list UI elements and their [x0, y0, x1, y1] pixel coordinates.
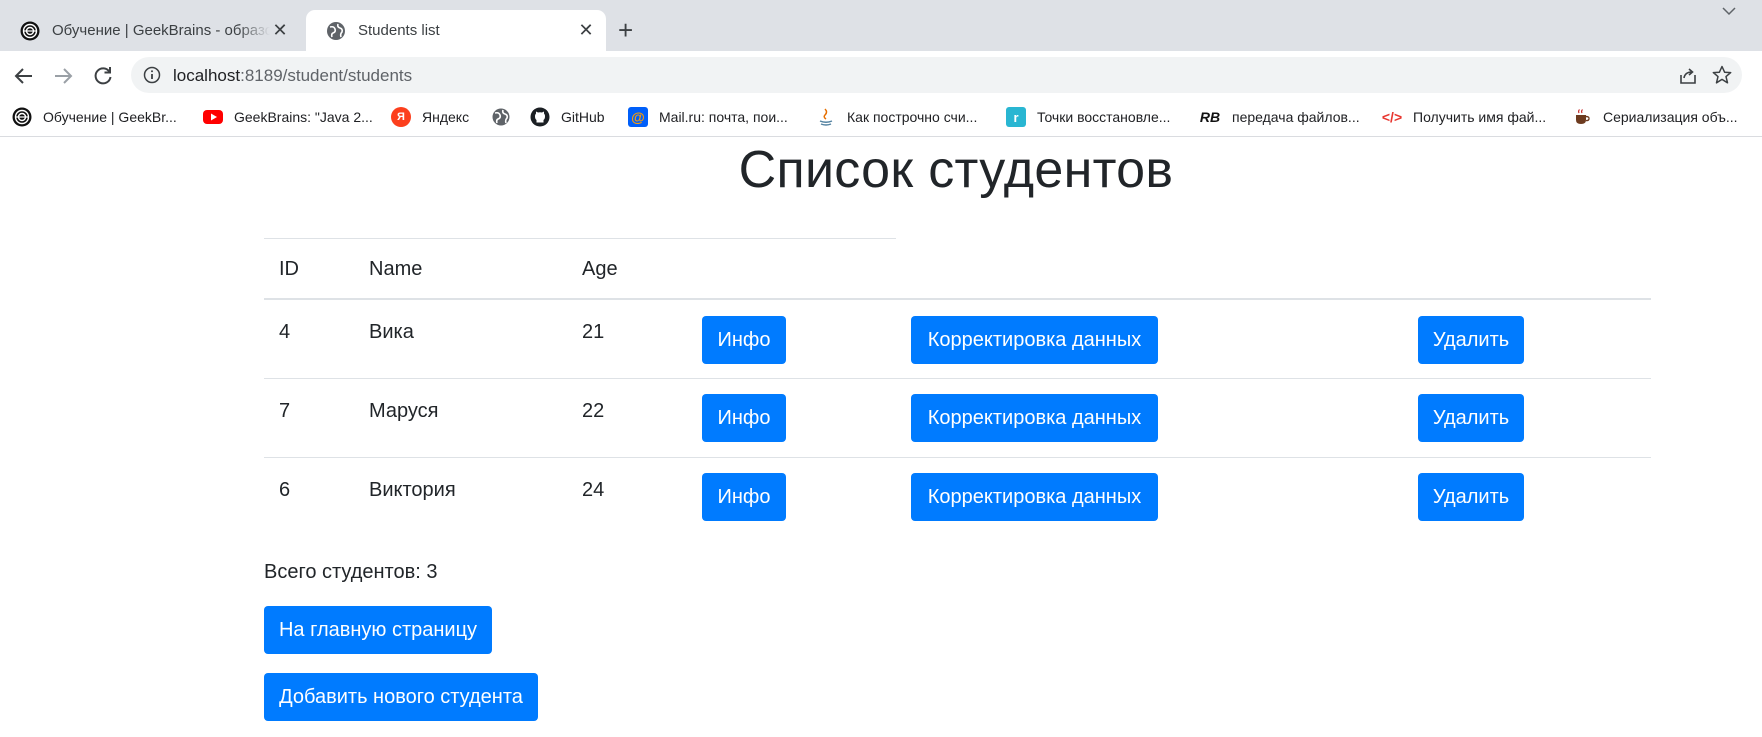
- home-page-button[interactable]: На главную страницу: [264, 606, 492, 654]
- bookmark-code[interactable]: </> Получить имя фай...: [1382, 106, 1546, 128]
- reload-icon[interactable]: [90, 63, 116, 89]
- edit-button[interactable]: Корректировка данных: [911, 394, 1158, 442]
- back-arrow-icon[interactable]: [11, 63, 37, 89]
- info-button[interactable]: Инфо: [702, 394, 786, 442]
- site-info-icon[interactable]: [143, 66, 161, 84]
- url-path: :8189/student/students: [240, 66, 413, 85]
- tab-students-list[interactable]: Students list ✕: [306, 10, 606, 51]
- bookmark-yandex[interactable]: Я Яндекс: [391, 106, 469, 128]
- delete-button[interactable]: Удалить: [1418, 473, 1524, 521]
- rb-icon: RB: [1199, 109, 1221, 125]
- bookmark-label: Как построчно счи...: [847, 109, 978, 125]
- github-icon: [530, 107, 550, 127]
- student-name: Вика: [369, 321, 414, 343]
- close-tab-icon[interactable]: ✕: [270, 20, 290, 41]
- forward-arrow-icon[interactable]: [50, 63, 76, 89]
- bookmark-geekbrains[interactable]: Обучение | GeekBr...: [12, 106, 177, 128]
- bookmark-github[interactable]: GitHub: [530, 106, 605, 128]
- bookmark-label: Сериализация объ...: [1603, 109, 1738, 125]
- table-header-border: [264, 298, 1651, 300]
- java-icon: [819, 108, 833, 126]
- bookmark-coffee[interactable]: Сериализация объ...: [1572, 106, 1738, 128]
- chevron-down-icon[interactable]: [1722, 4, 1736, 18]
- delete-button[interactable]: Удалить: [1418, 316, 1524, 364]
- student-name: Маруся: [369, 400, 439, 422]
- youtube-icon: [203, 110, 223, 124]
- share-icon[interactable]: [1678, 66, 1698, 86]
- bookmark-label: передача файлов...: [1232, 109, 1360, 125]
- globe-icon: [492, 108, 510, 126]
- add-student-button[interactable]: Добавить нового студента: [264, 673, 538, 721]
- globe-icon: [327, 21, 345, 40]
- bookmark-youtube[interactable]: GeekBrains: "Java 2...: [203, 106, 373, 128]
- student-name: Виктория: [369, 479, 456, 501]
- coffee-icon: [1576, 109, 1590, 124]
- close-tab-icon[interactable]: ✕: [576, 20, 596, 41]
- bookmark-mailru[interactable]: @ Mail.ru: почта, пои...: [628, 106, 788, 128]
- bookmark-label: Получить имя фай...: [1413, 109, 1547, 125]
- tab-geekbrains[interactable]: Обучение | GeekBrains - образовательный …: [0, 10, 300, 51]
- row-separator: [264, 378, 1651, 379]
- bookmark-label: Точки восстановле...: [1037, 109, 1171, 125]
- page-title: Список студентов: [738, 141, 1174, 199]
- bookmark-label: Обучение | GeekBr...: [43, 109, 177, 125]
- bookmark-label: GitHub: [561, 109, 605, 125]
- student-age: 24: [582, 479, 605, 501]
- tab-title: Students list: [358, 22, 440, 39]
- column-header-age: Age: [582, 258, 618, 280]
- row-separator: [264, 457, 1651, 458]
- url-text[interactable]: localhost:8189/student/students: [173, 66, 412, 86]
- student-age: 21: [582, 321, 605, 343]
- edit-button[interactable]: Корректировка данных: [911, 473, 1158, 521]
- new-tab-icon[interactable]: +: [618, 17, 633, 43]
- info-button[interactable]: Инфо: [702, 316, 786, 364]
- geekbrains-logo-icon: [12, 107, 32, 127]
- column-header-id: ID: [279, 258, 299, 280]
- tab-strip: Обучение | GeekBrains - образовательный …: [0, 0, 1762, 51]
- bookmark-restore[interactable]: r Точки восстановле...: [1006, 106, 1170, 128]
- mailru-icon: @: [628, 107, 648, 127]
- bookmark-label: Mail.ru: почта, пои...: [659, 109, 788, 125]
- student-id: 4: [279, 321, 291, 343]
- table-top-border: [264, 238, 896, 239]
- student-id: 6: [279, 479, 291, 501]
- delete-button[interactable]: Удалить: [1418, 394, 1524, 442]
- bookmark-label: Яндекс: [422, 109, 470, 125]
- info-button[interactable]: Инфо: [702, 473, 786, 521]
- code-icon: </>: [1381, 109, 1403, 125]
- yandex-icon: Я: [391, 107, 411, 127]
- url-host: localhost: [173, 66, 241, 85]
- student-age: 22: [582, 400, 605, 422]
- bookmark-star-icon[interactable]: [1712, 65, 1732, 85]
- bookmark-label: GeekBrains: "Java 2...: [234, 109, 373, 125]
- column-header-name: Name: [369, 258, 423, 280]
- browser-toolbar: localhost:8189/student/students: [0, 51, 1762, 100]
- address-bar[interactable]: localhost:8189/student/students: [131, 57, 1742, 93]
- bookmark-rb[interactable]: RB передача файлов...: [1199, 106, 1360, 128]
- students-total: Всего студентов: 3: [264, 561, 438, 583]
- edit-button[interactable]: Корректировка данных: [911, 316, 1158, 364]
- tab-title: Обучение | GeekBrains - образовательный …: [52, 22, 270, 39]
- geekbrains-logo-icon: [20, 21, 40, 40]
- restore-icon: r: [1006, 107, 1026, 127]
- student-id: 7: [279, 400, 291, 422]
- bookmark-globe[interactable]: [491, 106, 522, 128]
- bookmark-java[interactable]: Как построчно счи...: [816, 106, 977, 128]
- bookmarks-bar: Обучение | GeekBr... GeekBrains: "Java 2…: [0, 100, 1762, 137]
